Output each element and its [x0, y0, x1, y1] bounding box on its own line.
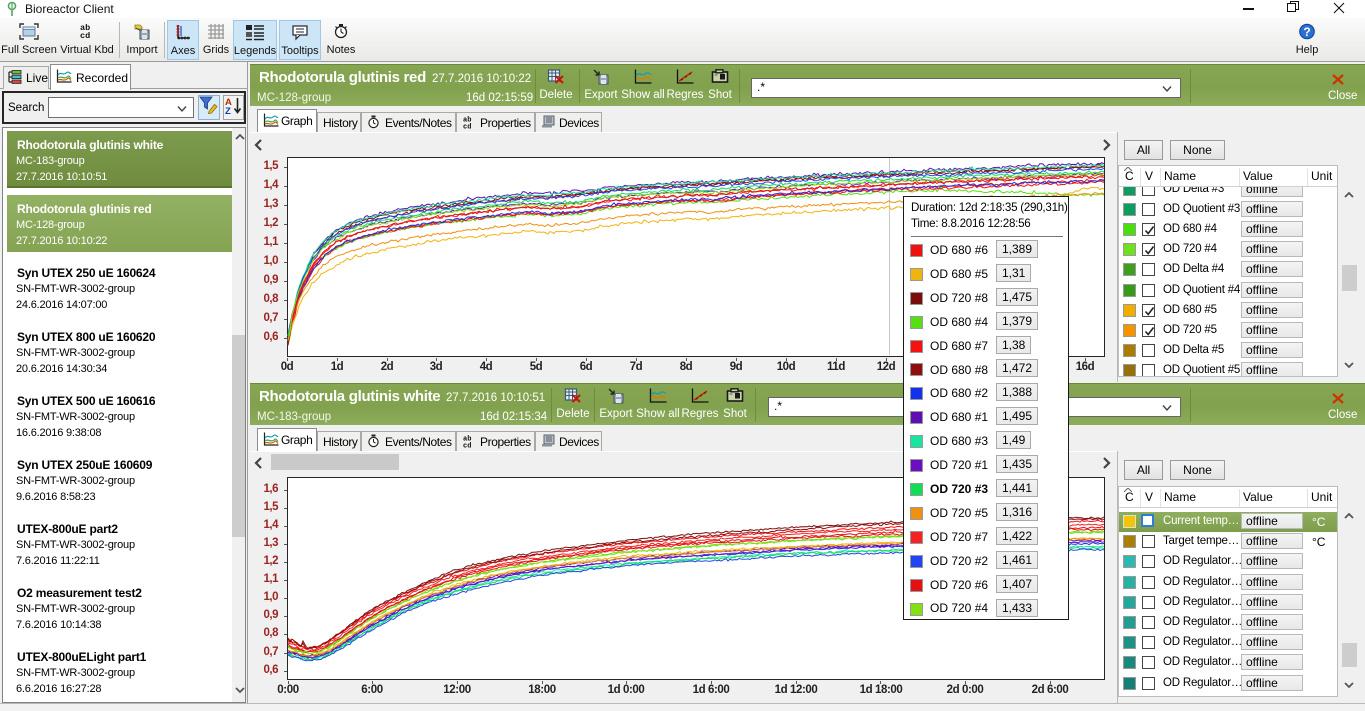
svg-text:cd: cd [463, 124, 471, 130]
svg-text:cd: cd [80, 31, 90, 40]
svg-text:?: ? [1303, 25, 1310, 39]
svg-text:Z: Z [225, 106, 231, 115]
svg-text:cd: cd [463, 443, 471, 449]
